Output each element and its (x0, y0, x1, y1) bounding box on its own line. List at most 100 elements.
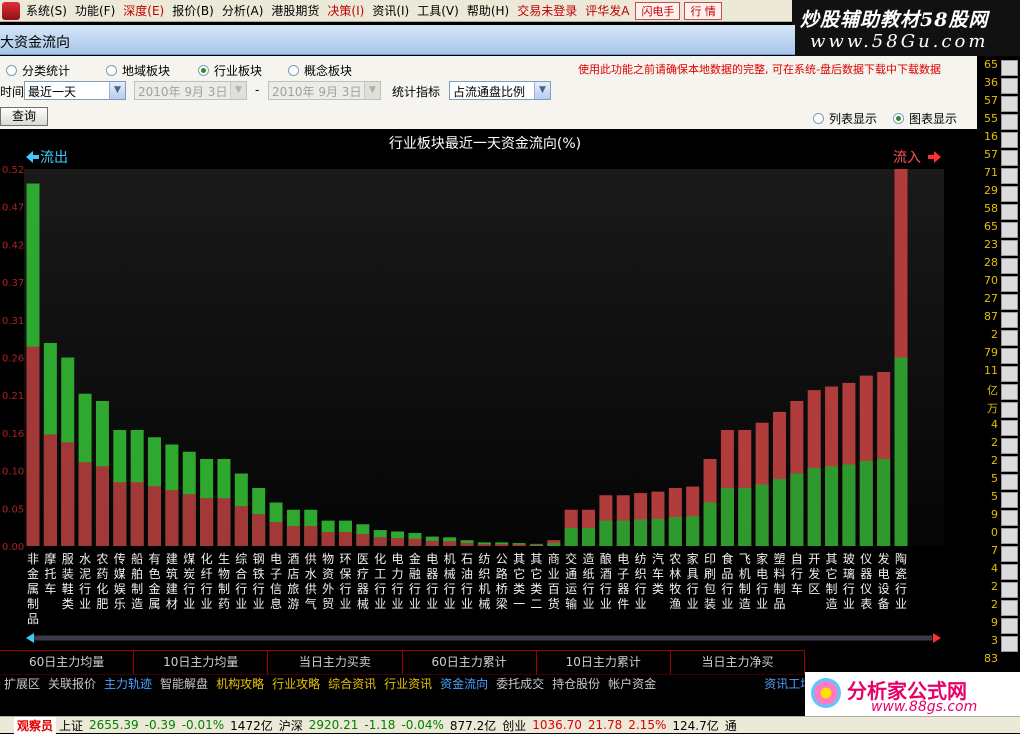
toolbar-tool-icon[interactable] (1001, 420, 1018, 436)
tab-industry-strategy[interactable]: 行业攻略 (268, 675, 324, 692)
radio-list-view[interactable]: 列表显示 (813, 110, 877, 127)
x-category-label: 器 (357, 582, 369, 596)
tab-smart-analysis[interactable]: 智能解盘 (156, 675, 212, 692)
time-select[interactable]: 最近一天 ▼ (24, 81, 126, 100)
toolbar-tool-icon[interactable] (1001, 222, 1018, 238)
toolbar-tool-icon[interactable] (1001, 546, 1018, 562)
toolbar-tool-icon[interactable] (1001, 132, 1018, 148)
tab-holdings[interactable]: 持仓股份 (548, 675, 604, 692)
x-category-label: 开 (808, 552, 820, 566)
tab-today-trade[interactable]: 当日主力买卖 (268, 651, 403, 674)
x-category-label: 业 (635, 597, 647, 611)
tab-fund-flow[interactable]: 资金流向 (436, 675, 492, 692)
sh-pct: -0.01% (181, 718, 225, 732)
menu-help[interactable]: 帮助(H) (463, 2, 513, 19)
x-category-label: 装 (704, 597, 716, 611)
side-value: 23 (984, 238, 998, 251)
tab-60d-avg[interactable]: 60日主力均量 (0, 651, 135, 674)
tab-general-info[interactable]: 综合资讯 (324, 675, 380, 692)
menu-info[interactable]: 资讯(I) (368, 2, 413, 19)
toolbar-tool-icon[interactable] (1001, 492, 1018, 508)
toolbar-tool-icon[interactable] (1001, 456, 1018, 472)
x-category-label: 类 (652, 582, 664, 596)
menu-function[interactable]: 功能(F) (71, 2, 119, 19)
scroll-right-icon[interactable] (933, 633, 941, 643)
toolbar-tool-icon[interactable] (1001, 348, 1018, 364)
sz-pct: -0.04% (401, 718, 444, 732)
toolbar-tool-icon[interactable] (1001, 384, 1018, 400)
outflow-bar-base (148, 486, 162, 546)
x-category-label: 业 (687, 597, 699, 611)
query-button[interactable]: 查询 (0, 107, 48, 126)
toolbar-tool-icon[interactable] (1001, 438, 1018, 454)
menu-hk-futures[interactable]: 港股期货 (267, 2, 323, 19)
x-category-label: 业 (756, 597, 768, 611)
outflow-label: 流出 (40, 150, 68, 166)
toolbar-tool-icon[interactable] (1001, 78, 1018, 94)
toolbar-tool-icon[interactable] (1001, 510, 1018, 526)
tab-account-funds[interactable]: 帐户资金 (604, 675, 660, 692)
flash-trade-button[interactable]: 闪电手 (635, 1, 681, 20)
menu-tools[interactable]: 工具(V) (413, 2, 463, 19)
toolbar-tool-icon[interactable] (1001, 618, 1018, 634)
observer-badge[interactable]: 观察员 (14, 716, 57, 734)
toolbar-tool-icon[interactable] (1001, 600, 1018, 616)
x-category-label: 业 (426, 597, 438, 611)
toolbar-tool-icon[interactable] (1001, 168, 1018, 184)
quote-button[interactable]: 行 情 (684, 1, 722, 20)
tab-10d-avg[interactable]: 10日主力均量 (134, 651, 269, 674)
radio-concept-sector[interactable]: 概念板块 (288, 62, 352, 79)
indicator-select[interactable]: 占流通盘比例 ▼ (449, 81, 551, 100)
radio-chart-view[interactable]: 图表显示 (893, 110, 957, 127)
x-category-label: 业 (583, 597, 595, 611)
x-category-label: 业 (201, 597, 213, 611)
x-category-label: 煤 (183, 552, 195, 566)
radio-region-sector[interactable]: 地域板块 (106, 62, 170, 79)
login-status[interactable]: 交易未登录 (513, 2, 581, 19)
toolbar-tool-icon[interactable] (1001, 582, 1018, 598)
radio-industry-sector[interactable]: 行业板块 (198, 62, 262, 79)
toolbar-tool-icon[interactable] (1001, 114, 1018, 130)
tab-institution-strategy[interactable]: 机构攻略 (212, 675, 268, 692)
date-to-picker[interactable]: 2010年 9月 3日 ▼ (268, 81, 381, 100)
tab-extension[interactable]: 扩展区 (0, 675, 44, 692)
tab-60d-cum[interactable]: 60日主力累计 (403, 651, 537, 674)
toolbar-tool-icon[interactable] (1001, 312, 1018, 328)
x-category-label: 环 (339, 552, 351, 566)
toolbar-tool-icon[interactable] (1001, 258, 1018, 274)
toolbar-tool-icon[interactable] (1001, 366, 1018, 382)
menu-analysis[interactable]: 分析(A) (218, 2, 268, 19)
toolbar-tool-icon[interactable] (1001, 294, 1018, 310)
toolbar-tool-icon[interactable] (1001, 528, 1018, 544)
menu-depth[interactable]: 深度(E) (119, 2, 168, 19)
x-category-label: 有 (149, 552, 161, 566)
broker-select[interactable]: 评华发A (581, 2, 633, 19)
toolbar-tool-icon[interactable] (1001, 96, 1018, 112)
toolbar-tool-icon[interactable] (1001, 60, 1018, 76)
tab-today-net[interactable]: 当日主力净买 (671, 651, 806, 674)
toolbar-tool-icon[interactable] (1001, 204, 1018, 220)
toolbar-tool-icon[interactable] (1001, 150, 1018, 166)
x-category-label: 药 (218, 597, 230, 611)
toolbar-tool-icon[interactable] (1001, 276, 1018, 292)
toolbar-tool-icon[interactable] (1001, 474, 1018, 490)
tab-related-quote[interactable]: 关联报价 (44, 675, 100, 692)
toolbar-tool-icon[interactable] (1001, 636, 1018, 652)
x-category-label: 它 (530, 566, 542, 581)
x-category-label: 信 (270, 582, 282, 596)
toolbar-tool-icon[interactable] (1001, 186, 1018, 202)
toolbar-tool-icon[interactable] (1001, 402, 1018, 418)
toolbar-tool-icon[interactable] (1001, 240, 1018, 256)
menu-quote[interactable]: 报价(B) (168, 2, 218, 19)
toolbar-tool-icon[interactable] (1001, 564, 1018, 580)
scroll-left-icon[interactable] (26, 633, 34, 643)
radio-category-stats[interactable]: 分类统计 (6, 62, 70, 79)
toolbar-tool-icon[interactable] (1001, 330, 1018, 346)
tab-10d-cum[interactable]: 10日主力累计 (537, 651, 671, 674)
tab-main-force-track[interactable]: 主力轨迹 (100, 675, 156, 692)
menu-system[interactable]: 系统(S) (22, 2, 71, 19)
tab-industry-info[interactable]: 行业资讯 (380, 675, 436, 692)
menu-decision[interactable]: 决策(I) (323, 2, 368, 19)
date-from-picker[interactable]: 2010年 9月 3日 ▼ (134, 81, 247, 100)
tab-orders[interactable]: 委托成交 (492, 675, 548, 692)
